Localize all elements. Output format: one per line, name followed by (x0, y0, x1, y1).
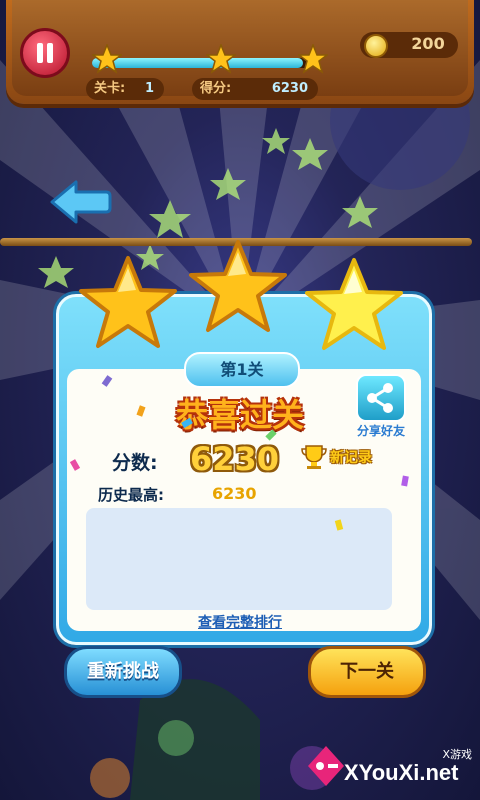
share-icon (367, 383, 393, 413)
coin-icon (364, 34, 388, 58)
trophy-icon (301, 445, 327, 469)
share-label[interactable]: 分享好友 (348, 422, 414, 439)
level-indicator-value: 1 (144, 81, 154, 96)
back-arrow-icon[interactable] (48, 178, 112, 226)
next-level-button[interactable]: 下一关 (308, 646, 426, 698)
congrats-title: 恭喜过关 (175, 396, 304, 434)
result-star-2-icon (189, 240, 287, 332)
progress-star-1-icon (92, 44, 122, 74)
final-score-label: 分数: (112, 452, 158, 474)
pause-button[interactable] (20, 28, 70, 78)
coin-count: 200 (411, 34, 445, 53)
history-best-label: 历史最高: (98, 486, 164, 504)
score-indicator: 得分: 6230 (192, 78, 318, 100)
score-indicator-value: 6230 (271, 81, 308, 96)
level-title-tab: 第1关 (184, 352, 300, 388)
ranking-list (86, 508, 392, 610)
progress-star-3-icon (298, 44, 328, 74)
history-best-value: 6230 (212, 484, 257, 503)
level-indicator: 关卡: 1 (86, 78, 164, 100)
view-full-ranking-link[interactable]: 查看完整排行 (176, 612, 304, 632)
xyouxi-logo-icon (308, 746, 344, 786)
retry-button[interactable]: 重新挑战 (64, 646, 182, 698)
result-star-1-icon (79, 256, 177, 348)
final-score-value: 6230 (190, 440, 280, 478)
new-record-badge: 新记录 (330, 450, 372, 466)
score-progress-fill (92, 58, 303, 68)
score-indicator-label: 得分: (200, 81, 232, 96)
watermark-brand: XYouXi.net (344, 760, 459, 785)
share-button[interactable] (356, 374, 406, 422)
score-progress-bar (92, 58, 314, 68)
result-star-3-icon (305, 258, 403, 350)
progress-star-2-icon (206, 44, 236, 74)
level-indicator-label: 关卡: (94, 81, 126, 96)
